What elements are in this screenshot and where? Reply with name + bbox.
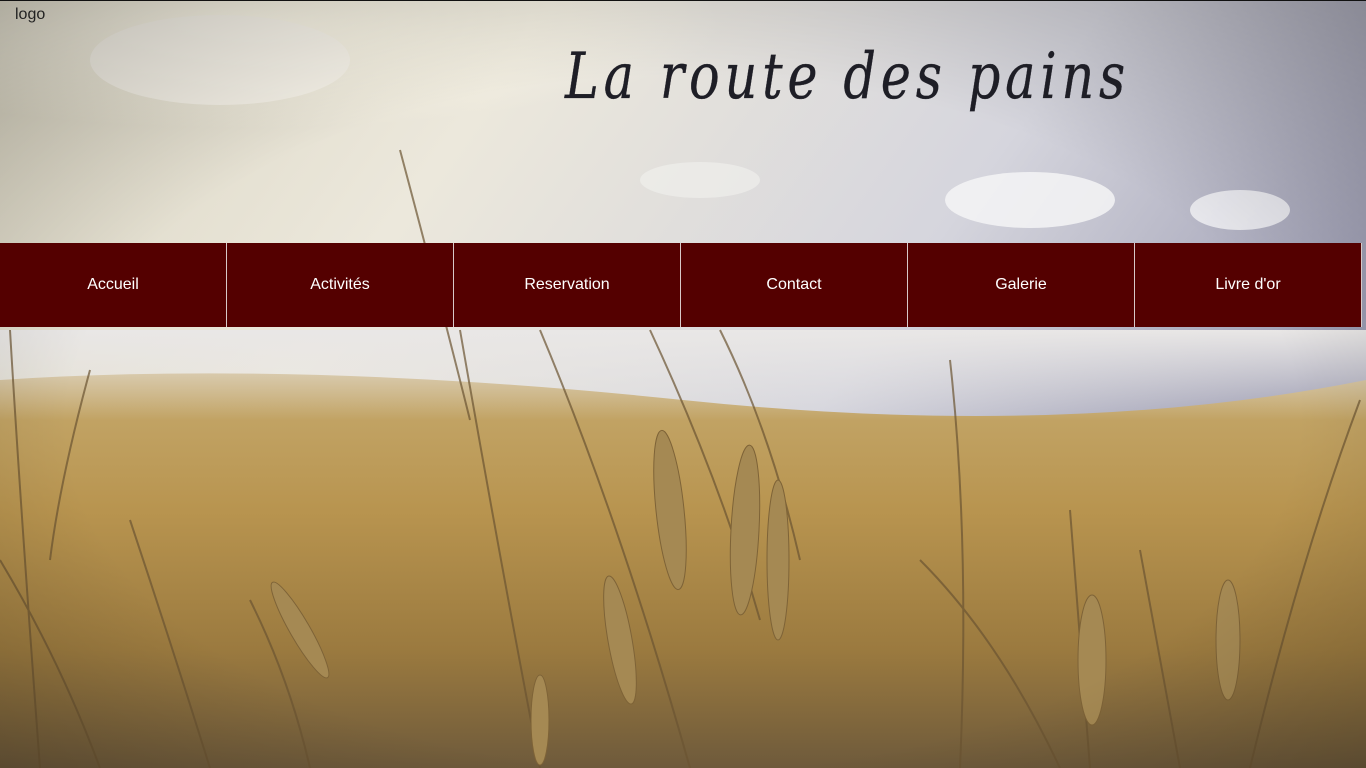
nav-item-livre-dor[interactable]: Livre d'or (1135, 243, 1362, 327)
nav-item-galerie[interactable]: Galerie (908, 243, 1135, 327)
nav-item-accueil[interactable]: Accueil (0, 243, 227, 327)
nav-item-activites[interactable]: Activités (227, 243, 454, 327)
site-title: La route des pains (560, 20, 1160, 140)
nav-item-contact[interactable]: Contact (681, 243, 908, 327)
site-title-text: La route des pains (564, 40, 1130, 114)
main-navigation: Accueil Activités Reservation Contact Ga… (0, 243, 1362, 327)
nav-item-reservation[interactable]: Reservation (454, 243, 681, 327)
top-border (0, 0, 1366, 1)
logo[interactable]: logo (15, 6, 45, 24)
